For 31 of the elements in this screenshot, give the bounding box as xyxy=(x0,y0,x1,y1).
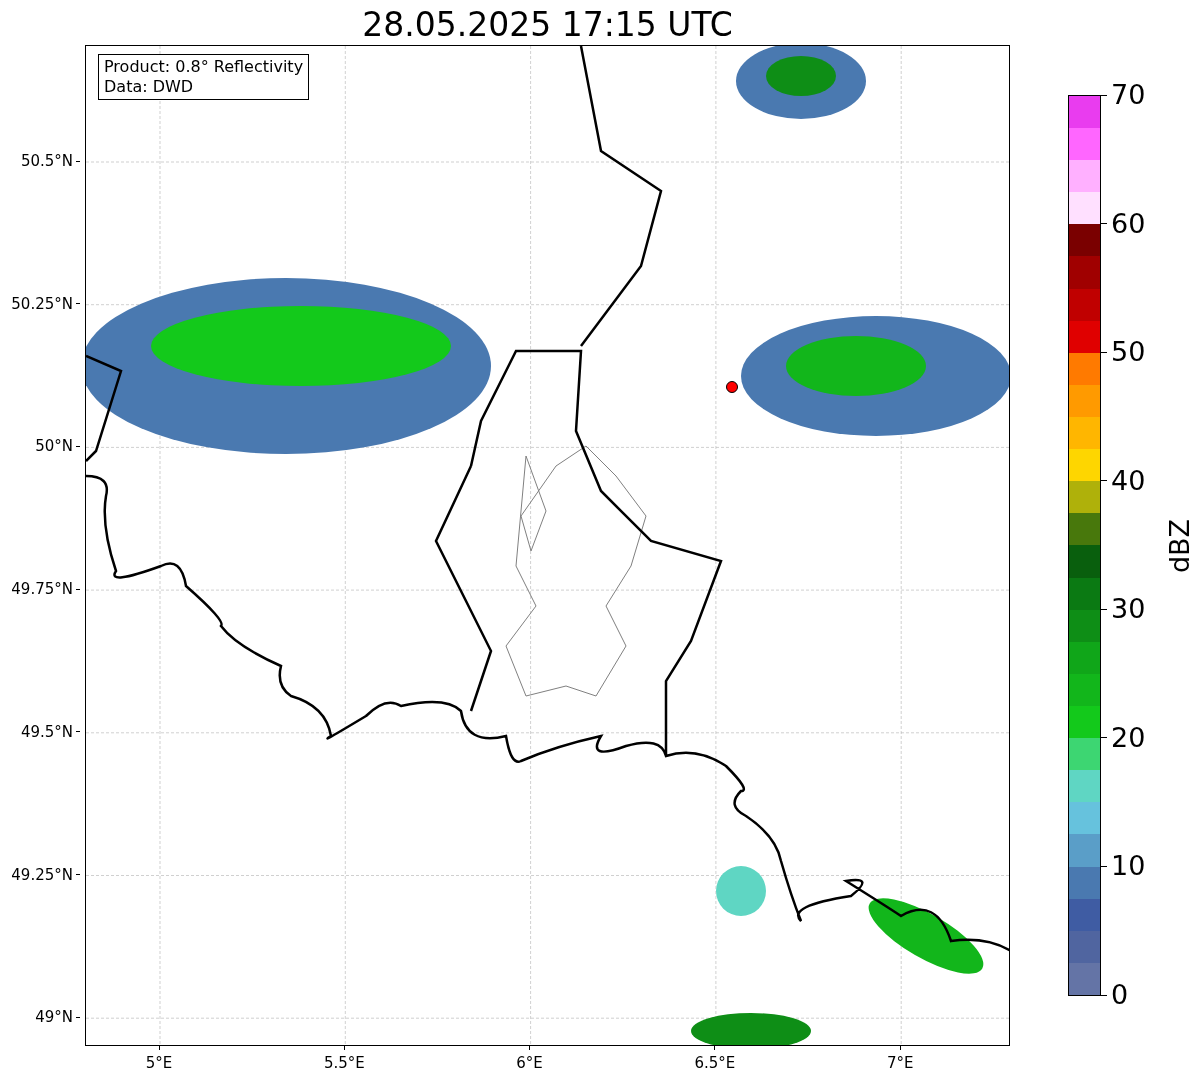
chart-title: 28.05.2025 17:15 UTC xyxy=(361,4,734,46)
tick-mark xyxy=(76,160,80,162)
x-tick-label: 6.5°E xyxy=(694,1053,736,1073)
y-tick-label: 49°N xyxy=(35,1007,73,1028)
y-tick-label: 49.5°N xyxy=(20,721,73,742)
x-tick-label: 5°E xyxy=(145,1053,173,1073)
y-tick-label: 50.25°N xyxy=(11,293,73,314)
colorbar-tick-label: 50 xyxy=(1111,336,1146,369)
colorbar-tick-label: 60 xyxy=(1111,207,1146,240)
info-text: Product: 0.8° Reflectivity xyxy=(104,57,304,77)
colorbar-tick-label: 0 xyxy=(1111,979,1129,1011)
colorbar-tick-label: 20 xyxy=(1111,721,1146,754)
info-text: Data: DWD xyxy=(104,77,195,97)
y-tick-label: 50°N xyxy=(35,436,73,457)
colorbar-tick-label: 70 xyxy=(1111,79,1146,111)
colorbar-tick-label: 10 xyxy=(1111,850,1146,883)
x-tick-label: 6°E xyxy=(516,1053,543,1073)
colorbar-tick-label: 30 xyxy=(1111,593,1146,626)
colorbar-label: dBZ xyxy=(1164,517,1196,576)
tick-mark xyxy=(76,588,80,590)
x-tick-label: 5.5°E xyxy=(323,1053,365,1073)
colorbar-tick-label: 40 xyxy=(1111,464,1146,497)
x-tick-label: 7°E xyxy=(886,1053,914,1073)
y-tick-label: 49.75°N xyxy=(11,579,73,600)
tick-mark xyxy=(76,1016,80,1018)
tick-mark xyxy=(76,445,80,447)
tick-mark xyxy=(76,303,80,305)
y-tick-label: 49.25°N xyxy=(11,864,73,885)
tick-mark xyxy=(76,874,80,875)
y-tick-label: 50.5°N xyxy=(20,151,73,171)
tick-mark xyxy=(76,731,80,733)
